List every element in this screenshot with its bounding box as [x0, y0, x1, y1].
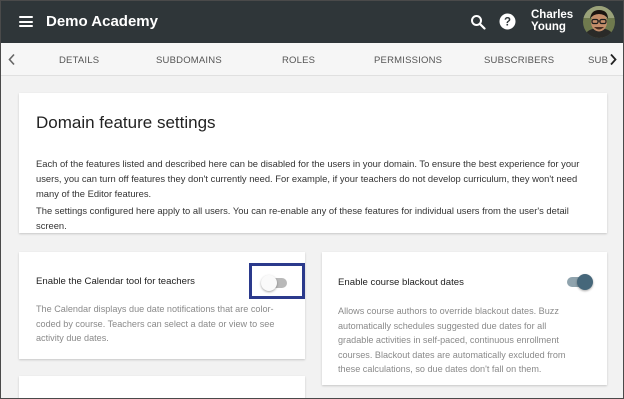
description-line: automatically schedules suggested due da… [338, 320, 547, 331]
user-first-name: Charles [531, 9, 574, 21]
feature-card-partial [19, 376, 305, 398]
blackout-dates-toggle[interactable] [565, 274, 593, 290]
feature-card-blackout-dates: Enable course blackout dates Allows cour… [322, 252, 607, 385]
description-line: coded by course. Teachers can select a d… [36, 318, 275, 329]
description-line: Each of the features listed and describe… [36, 158, 580, 169]
settings-note: The settings configured here apply to al… [36, 203, 569, 233]
avatar[interactable] [583, 6, 615, 38]
tab-roles[interactable]: ROLES [282, 55, 315, 66]
tab-details[interactable]: DETAILS [59, 55, 99, 66]
tab-sub[interactable]: SUB [588, 55, 608, 66]
svg-text:?: ? [504, 17, 511, 29]
toggle-knob [577, 274, 593, 290]
help-icon[interactable]: ? [499, 13, 516, 30]
tab-subdomains[interactable]: SUBDOMAINS [156, 55, 222, 66]
user-name[interactable]: Charles Young [531, 9, 579, 33]
description-line: The Calendar displays due date notificat… [36, 304, 274, 314]
feature-description: The Calendar displays due date notificat… [36, 302, 274, 346]
calendar-toggle[interactable] [261, 275, 289, 291]
note-line: The settings configured here apply to al… [36, 205, 569, 216]
user-last-name: Young [531, 21, 566, 33]
app-window: Demo Academy ? Charles Young DETAILS SUB… [0, 0, 624, 399]
description-line: many of the Editor features. [36, 188, 152, 199]
chevron-left-icon[interactable] [7, 53, 17, 66]
feature-card-calendar: Enable the Calendar tool for teachers Th… [19, 252, 305, 359]
note-line: screen. [36, 220, 67, 231]
description-line: users, you can turn off features they do… [36, 173, 578, 184]
toggle-knob [261, 275, 277, 291]
tab-bar: DETAILS SUBDOMAINS ROLES PERMISSIONS SUB… [1, 43, 623, 76]
content-area: Domain feature settings Each of the feat… [1, 77, 623, 398]
description-line: courses. Blackout dates are automaticall… [338, 349, 566, 360]
tab-permissions[interactable]: PERMISSIONS [374, 55, 442, 66]
feature-description: Allows course authors to override blacko… [338, 304, 565, 377]
settings-description: Each of the features listed and describe… [36, 156, 579, 201]
search-icon[interactable] [470, 14, 486, 30]
description-line: activity due dates. [36, 333, 109, 343]
feature-title: Enable course blackout dates [338, 277, 464, 288]
description-line: these calculations, so due dates don't f… [338, 364, 542, 374]
top-app-bar: Demo Academy ? Charles Young [1, 1, 623, 43]
tab-subscribers[interactable]: SUBSCRIBERS [484, 55, 554, 66]
app-title: Demo Academy [46, 13, 158, 30]
description-line: Allows course authors to override blacko… [338, 306, 559, 316]
settings-card: Domain feature settings Each of the feat… [19, 93, 607, 233]
description-line: gradable activities in self-paced, conti… [338, 335, 559, 345]
page-title: Domain feature settings [36, 113, 216, 132]
hamburger-menu-icon[interactable] [19, 16, 33, 27]
chevron-right-icon[interactable] [608, 53, 618, 66]
feature-title: Enable the Calendar tool for teachers [36, 276, 195, 287]
